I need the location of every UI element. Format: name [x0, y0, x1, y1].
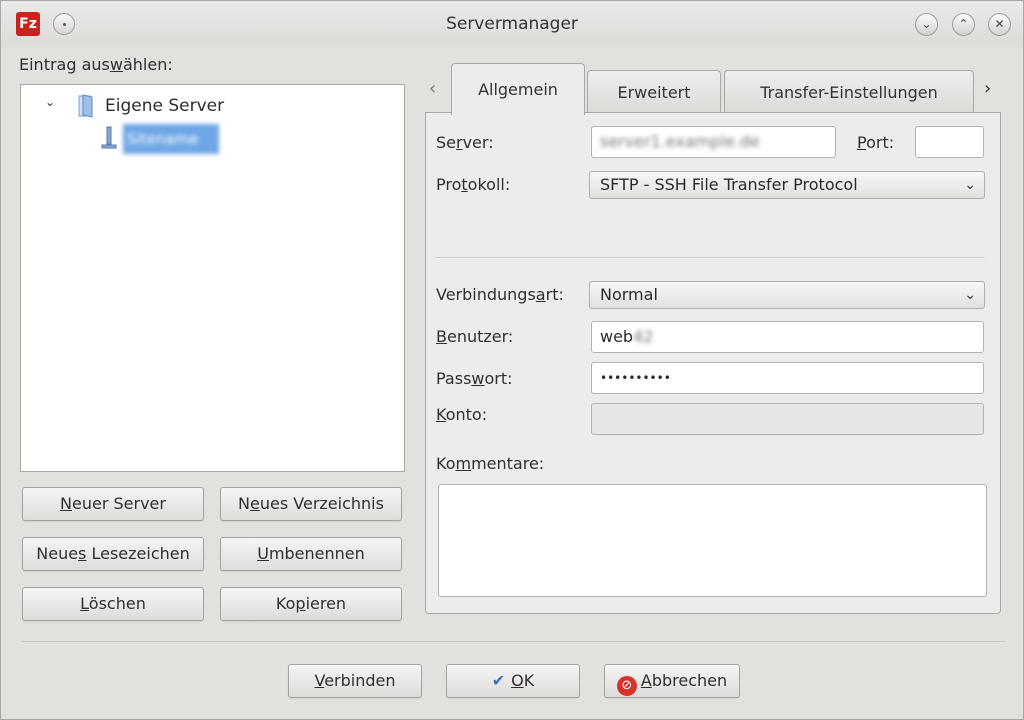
chevron-down-icon: ⌄ — [921, 17, 932, 31]
cancel-icon: ⊘ — [616, 676, 637, 696]
window-title: Servermanager — [446, 14, 578, 34]
separator — [435, 257, 985, 258]
select-entry-label: Eintrag auswählen: — [19, 55, 173, 74]
rename-button[interactable]: Umbenennen — [220, 537, 402, 571]
tab-transfer-settings[interactable]: Transfer-Einstellungen — [724, 70, 974, 114]
site-tree[interactable]: ⌄ Eigene Server Sitename — [20, 84, 405, 472]
comments-label: Kommentare: — [436, 454, 545, 473]
tree-item-selected-site[interactable]: Sitename — [123, 124, 219, 154]
minimize-button[interactable]: ⌄ — [915, 13, 938, 36]
connect-button[interactable]: Verbinden — [288, 664, 422, 698]
port-label: Port: — [857, 133, 895, 152]
new-folder-button[interactable]: Neues Verzeichnis — [220, 487, 402, 521]
protocol-select[interactable]: SFTP - SSH File Transfer Protocol ⌄ — [589, 171, 985, 199]
chevron-down-icon: ⌄ — [964, 287, 976, 303]
close-icon: ✕ — [994, 17, 1005, 31]
account-label: Konto: — [436, 405, 488, 424]
password-label: Passwort: — [436, 369, 513, 388]
account-input — [591, 403, 984, 435]
server-icon — [101, 126, 117, 149]
tab-general[interactable]: Allgemein — [451, 63, 585, 115]
tab-scroll-left-icon[interactable]: ‹ — [429, 78, 436, 99]
chevron-up-icon: ⌃ — [958, 17, 969, 31]
server-manager-window: Fz Servermanager ⌄ ⌃ ✕ Eintrag auswählen… — [0, 0, 1024, 720]
chevron-down-icon[interactable]: ⌄ — [45, 95, 55, 109]
protocol-label: Protokoll: — [436, 175, 511, 194]
title-bar[interactable]: Fz Servermanager ⌄ ⌃ ✕ — [1, 1, 1023, 47]
new-bookmark-button[interactable]: Neues Lesezeichen — [22, 537, 204, 571]
comments-textarea[interactable] — [438, 484, 987, 597]
tree-root-my-sites[interactable]: Eigene Server — [105, 96, 224, 116]
user-input[interactable]: web42 — [591, 321, 984, 353]
logon-type-select[interactable]: Normal ⌄ — [589, 281, 985, 309]
checkmark-icon: ✔ — [491, 671, 506, 690]
folder-icon — [78, 94, 93, 118]
password-input[interactable]: •••••••••• — [591, 362, 984, 394]
copy-button[interactable]: Kopieren — [220, 587, 402, 621]
server-input[interactable]: server1.example.de — [591, 126, 836, 158]
tab-advanced[interactable]: Erweitert — [587, 70, 721, 114]
server-label: Server: — [436, 133, 494, 152]
maximize-button[interactable]: ⌃ — [952, 13, 975, 36]
delete-button[interactable]: Löschen — [22, 587, 204, 621]
close-button[interactable]: ✕ — [988, 13, 1011, 36]
new-site-button[interactable]: Neuer Server — [22, 487, 204, 521]
footer-separator — [21, 641, 1005, 642]
port-input[interactable] — [915, 126, 984, 158]
cancel-button[interactable]: ⊘ Abbrechen — [604, 664, 740, 698]
chevron-down-icon: ⌄ — [964, 177, 976, 193]
logon-type-label: Verbindungsart: — [436, 285, 564, 304]
ok-button[interactable]: ✔ OK — [446, 664, 580, 698]
user-label: Benutzer: — [436, 327, 514, 346]
tab-scroll-right-icon[interactable]: › — [984, 78, 991, 99]
